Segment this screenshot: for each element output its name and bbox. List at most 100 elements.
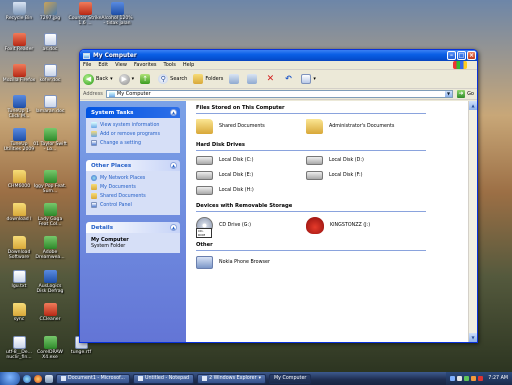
start-button[interactable] <box>0 372 20 385</box>
menu-file[interactable]: File <box>83 62 91 68</box>
menu-bar: File Edit View Favorites Tools Help <box>80 61 477 70</box>
show-desktop-icon[interactable] <box>45 374 53 383</box>
other-places-header[interactable]: Other Places ▲ <box>86 160 180 171</box>
item-local-disk-d[interactable]: Local Disk (D:) <box>306 156 416 165</box>
desktop-icon-as-doc[interactable]: as.doc <box>33 33 67 52</box>
minimize-button[interactable]: – <box>447 51 456 60</box>
collapse-chevron-icon[interactable]: ▲ <box>170 224 177 231</box>
forward-arrow-icon: ▶ <box>118 73 130 85</box>
place-my-documents[interactable]: My Documents <box>91 184 175 190</box>
item-local-disk-e[interactable]: Local Disk (E:) <box>196 171 306 180</box>
desktop-icon-iggy-pop[interactable]: Iggy Pop Feat. Sum... <box>33 170 67 195</box>
desktop-icon-alcohol[interactable]: Alcohol 120% - tidak jalan <box>100 2 134 27</box>
desktop-icon-counter-strike[interactable]: Counter Strike 1.6 ... <box>68 2 102 27</box>
desktop-icon-dreamweaver[interactable]: Adobe Dreamwea... <box>33 236 67 261</box>
scroll-up-icon[interactable]: ▲ <box>469 101 477 110</box>
collapse-chevron-icon[interactable]: ▲ <box>170 109 177 116</box>
item-label: Shared Documents <box>219 124 265 129</box>
task-add-remove-programs[interactable]: Add or remove programs <box>91 131 175 137</box>
update-tray-icon[interactable] <box>471 376 477 381</box>
internet-explorer-icon[interactable] <box>23 374 31 383</box>
files-stored-group: Shared Documents Administrator's Documen… <box>196 119 467 134</box>
desktop-icon-utf8-file[interactable]: utf-8__De... nuclir_fin... <box>2 336 36 361</box>
clock[interactable]: 7:27 AM <box>488 376 508 381</box>
desktop-icon-lgu-txt[interactable]: lgu.txt <box>2 270 36 289</box>
task-label: View system information <box>100 122 160 128</box>
desktop-icon-coreldraw[interactable]: CorelDRAW X4.exe <box>33 336 67 361</box>
desktop-icon-auslogics[interactable]: AusLogics Disk Defrag <box>33 270 67 295</box>
window-titlebar[interactable]: My Computer – □ × <box>80 50 477 61</box>
item-nokia-phone-browser[interactable]: Nokia Phone Browser <box>196 256 306 269</box>
menu-favorites[interactable]: Favorites <box>134 62 157 68</box>
text-file-icon <box>12 270 26 283</box>
taskbar-notepad[interactable]: Untitled - Notepad <box>132 373 195 384</box>
up-button[interactable]: ↑ <box>140 74 152 84</box>
desktop-icon-chm6000[interactable]: CHM6000 <box>2 170 36 189</box>
copy-to-button[interactable] <box>247 74 259 84</box>
desktop-icon-7297-jpg[interactable]: 7297.jpg <box>33 2 67 21</box>
details-header[interactable]: Details ▲ <box>86 222 180 233</box>
scroll-down-icon[interactable]: ▼ <box>469 333 477 342</box>
address-dropdown-icon[interactable]: ▼ <box>445 91 453 97</box>
search-button[interactable]: ⚲ Search <box>158 74 187 84</box>
desktop-icon-firefox[interactable]: Mozilla Firefox <box>2 64 36 83</box>
undo-button[interactable]: ↶ <box>283 74 295 84</box>
item-local-disk-f[interactable]: Local Disk (F:) <box>306 171 416 180</box>
back-button[interactable]: ◀ Back ▾ <box>83 73 113 85</box>
folders-button[interactable]: Folders <box>193 74 223 84</box>
menu-help[interactable]: Help <box>183 62 194 68</box>
item-cd-drive-g[interactable]: CD-ROM CD Drive (G:) <box>196 217 306 238</box>
views-button[interactable]: ▾ <box>301 74 316 84</box>
place-control-panel[interactable]: Control Panel <box>91 202 175 208</box>
task-label: My Computer <box>274 376 307 381</box>
desktop-icon-kofer-doc[interactable]: kofer.doc <box>33 64 67 83</box>
item-local-disk-h[interactable]: Local Disk (H:) <box>196 186 306 195</box>
windows-logo-icon <box>453 61 467 69</box>
firefox-icon[interactable] <box>34 374 42 383</box>
desktop-icon-download-software[interactable]: Download Software <box>2 236 36 261</box>
item-local-disk-c[interactable]: Local Disk (C:) <box>196 156 306 165</box>
address-input[interactable]: My Computer ▼ <box>105 90 454 98</box>
taskbar-windows-explorer-group[interactable]: 2 Windows Explorer ▾ <box>197 373 267 384</box>
network-tray-icon[interactable] <box>450 376 456 381</box>
desktop-icon-download-i[interactable]: download I <box>2 203 36 222</box>
place-shared-documents[interactable]: Shared Documents <box>91 193 175 199</box>
search-label: Search <box>170 76 188 82</box>
task-view-system-information[interactable]: View system information <box>91 122 175 128</box>
add-remove-programs-icon <box>91 131 97 137</box>
maximize-button[interactable]: □ <box>457 51 466 60</box>
cd-rom-badge: CD-ROM <box>196 228 212 238</box>
desktop-icon-foxit-reader[interactable]: Foxit Reader <box>2 33 36 52</box>
desktop-icon-taylor-swift[interactable]: 01 Taylor Swift - Lo... <box>33 128 67 153</box>
move-to-button[interactable] <box>229 74 241 84</box>
desktop-icon-recycle-bin[interactable]: Recycle Bin <box>2 2 36 21</box>
system-tasks-header[interactable]: System Tasks ▲ <box>86 107 180 118</box>
item-shared-documents[interactable]: Shared Documents <box>196 119 306 134</box>
desktop-icon-sync[interactable]: sync <box>2 303 36 322</box>
delete-button[interactable]: ✕ <box>265 74 277 84</box>
forward-button[interactable]: ▶ ▾ <box>118 73 134 85</box>
taskbar-my-computer[interactable]: My Computer <box>269 373 312 384</box>
close-button[interactable]: × <box>467 51 476 60</box>
desktop-icon-lamaran-doc[interactable]: lamaran.doc <box>33 95 67 114</box>
vertical-scrollbar[interactable]: ▲ ▼ <box>468 101 477 342</box>
security-tray-icon[interactable] <box>464 376 470 381</box>
go-button[interactable]: ➜ Go <box>457 90 474 98</box>
item-kingstonzz-j[interactable]: KINGSTONZZ (J:) <box>306 217 416 234</box>
usb-drive-devil-icon <box>306 217 324 234</box>
desktop-icon-lady-gaga[interactable]: Lady Gaga Feat Col... <box>33 203 67 228</box>
menu-tools[interactable]: Tools <box>164 62 176 68</box>
antivirus-tray-icon[interactable] <box>478 376 484 381</box>
volume-tray-icon[interactable] <box>457 376 463 381</box>
collapse-chevron-icon[interactable]: ▲ <box>170 162 177 169</box>
place-label: My Network Places <box>100 175 146 181</box>
place-my-network-places[interactable]: My Network Places <box>91 175 175 181</box>
taskbar-word-document[interactable]: Document1 - Microsof... <box>56 373 130 384</box>
item-administrators-documents[interactable]: Administrator's Documents <box>306 119 416 134</box>
desktop-icon-tuneup-utilities[interactable]: TuneUp Utilities 2009 <box>2 128 36 153</box>
task-change-setting[interactable]: Change a setting <box>91 140 175 146</box>
menu-edit[interactable]: Edit <box>98 62 108 68</box>
menu-view[interactable]: View <box>115 62 127 68</box>
desktop-icon-tuneup-1click[interactable]: TuneUp 1-Click M... <box>2 95 36 120</box>
desktop-icon-ccleaner[interactable]: CCleaner <box>33 303 67 322</box>
